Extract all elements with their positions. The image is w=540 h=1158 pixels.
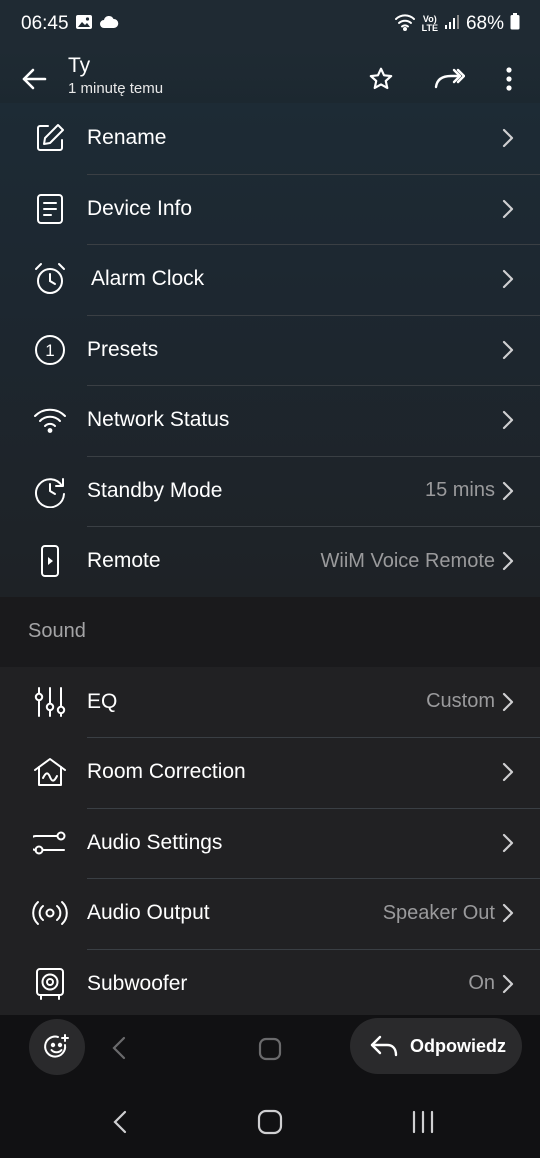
wifi-icon (31, 401, 69, 439)
setting-value: Custom (426, 690, 495, 713)
nav-recents-icon (412, 1110, 434, 1134)
document-icon (31, 190, 69, 228)
status-bar: 06:45 Vo) LTE 68% (0, 0, 540, 48)
nav-back-button[interactable] (105, 1107, 135, 1137)
wifi-status-icon (394, 13, 416, 36)
cloud-icon (99, 15, 119, 34)
battery-icon (510, 13, 520, 35)
screen: 06:45 Vo) LTE 68% Ty 1 minutę temu Renam… (0, 0, 540, 1158)
setting-value: Speaker Out (382, 901, 495, 924)
emoji-add-icon (44, 1034, 69, 1058)
subwoofer-icon (31, 965, 69, 1003)
setting-row-rename[interactable]: Rename (0, 103, 540, 174)
alarm-clock-icon (31, 260, 69, 298)
setting-row-subwoofer[interactable]: Subwoofer On (0, 948, 540, 1016)
chevron-right-icon (502, 833, 514, 852)
nav-back-icon (113, 1110, 127, 1134)
chevron-right-icon (502, 552, 514, 571)
back-arrow-icon (22, 68, 47, 90)
reply-icon (370, 1035, 398, 1057)
setting-label: Rename (87, 126, 167, 150)
chevron-right-icon (502, 270, 514, 289)
setting-value: 15 mins (424, 479, 495, 502)
setting-row-alarm-clock[interactable]: Alarm Clock (0, 244, 540, 315)
ghost-home-icon (258, 1037, 282, 1066)
setting-row-device-info[interactable]: Device Info (0, 173, 540, 245)
setting-label: Room Correction (87, 760, 246, 784)
setting-row-remote[interactable]: Remote WiiM Voice Remote (0, 526, 540, 597)
device-settings-group: Rename Device Info Alarm Clock 1 Presets… (0, 103, 540, 597)
audio-settings-icon (31, 824, 69, 862)
setting-row-audio-settings[interactable]: Audio Settings (0, 807, 540, 879)
star-icon (369, 67, 393, 90)
page-subtitle: 1 minutę temu (68, 80, 164, 97)
sound-settings-group: EQ Custom Room Correction Audio Settings (0, 666, 540, 1016)
gallery-icon (75, 14, 93, 35)
reply-label: Odpowiedz (410, 1035, 506, 1056)
status-time: 06:45 (21, 13, 69, 34)
edit-icon (31, 119, 69, 157)
setting-label: Network Status (87, 408, 230, 432)
reply-bar: Odpowiedz (0, 1015, 540, 1085)
emoji-button[interactable] (29, 1019, 85, 1075)
chevron-right-icon (502, 904, 514, 923)
broadcast-icon (31, 894, 69, 932)
system-nav-bar (0, 1085, 540, 1158)
setting-label: Subwoofer (87, 971, 188, 995)
setting-row-standby-mode[interactable]: Standby Mode 15 mins (0, 455, 540, 527)
setting-label: Alarm Clock (91, 267, 205, 291)
chevron-right-icon (502, 411, 514, 430)
nav-home-icon (257, 1109, 283, 1135)
chevron-right-icon (502, 340, 514, 359)
nav-recents-button[interactable] (408, 1107, 438, 1137)
battery-percent: 68% (465, 13, 504, 34)
setting-label: Audio Output (87, 901, 210, 925)
setting-row-audio-output[interactable]: Audio Output Speaker Out (0, 878, 540, 949)
status-right: Vo) LTE 68% (394, 13, 520, 36)
setting-row-presets[interactable]: 1 Presets (0, 314, 540, 386)
setting-row-network-status[interactable]: Network Status (0, 385, 540, 456)
chevron-right-icon (502, 129, 514, 148)
setting-label: Presets (87, 337, 159, 361)
nav-home-button[interactable] (255, 1107, 285, 1137)
setting-value: WiiM Voice Remote (320, 549, 496, 572)
favorite-button[interactable] (364, 62, 398, 96)
preset-number: 1 (45, 341, 54, 360)
ghost-back-icon (110, 1035, 128, 1066)
volte-bottom: LTE (421, 23, 438, 33)
setting-value: On (468, 972, 495, 995)
section-header-sound: Sound (0, 596, 540, 667)
header-titles: Ty 1 minutę temu (68, 54, 163, 100)
chevron-right-icon (502, 481, 514, 500)
back-button[interactable] (18, 63, 50, 95)
remote-icon (31, 542, 69, 580)
more-options-button[interactable] (492, 62, 526, 96)
forward-icon (434, 68, 465, 89)
preset-number-icon: 1 (31, 331, 69, 369)
volte-indicator: Vo) LTE (422, 15, 438, 33)
setting-label: Device Info (87, 196, 193, 220)
chevron-right-icon (502, 763, 514, 782)
chevron-right-icon (502, 199, 514, 218)
more-vert-icon (506, 67, 512, 91)
app-header: Ty 1 minutę temu (0, 48, 540, 108)
setting-label: Audio Settings (87, 830, 223, 854)
equalizer-icon (31, 683, 69, 721)
reply-button[interactable]: Odpowiedz (350, 1018, 522, 1074)
forward-button[interactable] (432, 62, 466, 96)
setting-row-eq[interactable]: EQ Custom (0, 667, 540, 738)
status-left: 06:45 (21, 13, 119, 35)
page-title: Ty (68, 54, 91, 77)
standby-clock-icon (31, 472, 69, 510)
signal-icon (444, 14, 460, 35)
setting-label: EQ (87, 689, 118, 713)
chevron-right-icon (502, 692, 514, 711)
setting-label: Standby Mode (87, 478, 223, 502)
setting-row-room-correction[interactable]: Room Correction (0, 737, 540, 808)
chevron-right-icon (502, 974, 514, 993)
setting-label: Remote (87, 549, 161, 573)
settings-content[interactable]: Rename Device Info Alarm Clock 1 Presets… (0, 103, 540, 1015)
room-correction-icon (31, 753, 69, 791)
